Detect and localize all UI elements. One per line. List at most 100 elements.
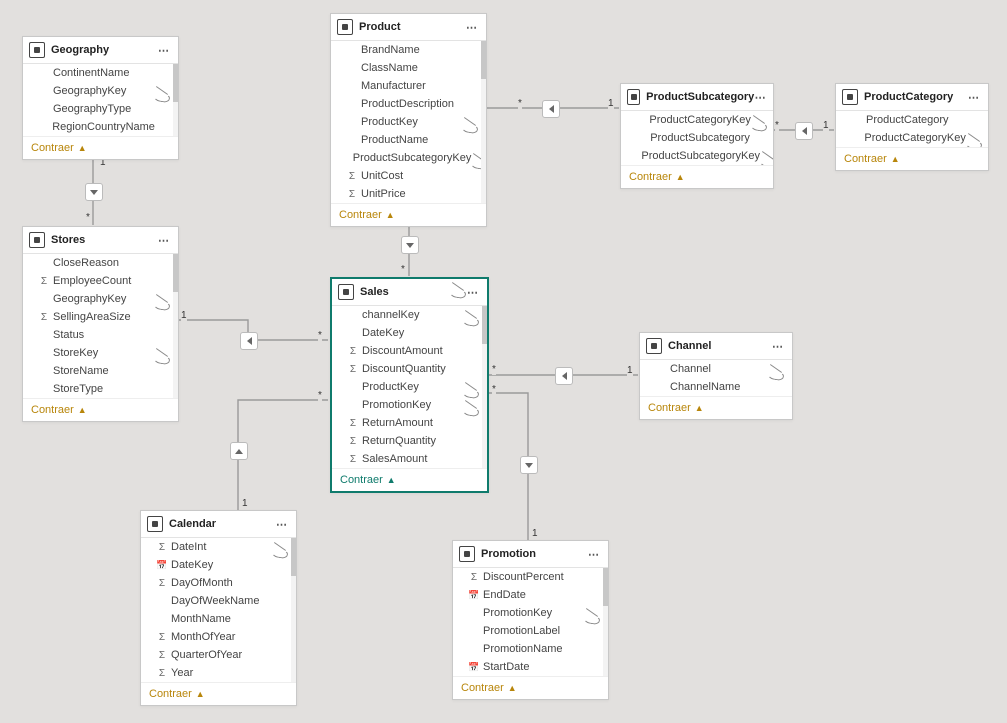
table-product[interactable]: ProductBrandNameClassNameManufacturerPro… — [330, 13, 487, 227]
table-field[interactable]: PromotionKey — [453, 604, 608, 622]
table-field[interactable]: GeographyKey — [23, 290, 178, 308]
table-header[interactable]: Product — [331, 14, 486, 41]
table-header[interactable]: Channel — [640, 333, 792, 360]
table-header[interactable]: Calendar — [141, 511, 296, 538]
collapse-button[interactable]: Contraer▲ — [23, 136, 178, 159]
table-field[interactable]: ClassName — [331, 59, 486, 77]
table-field[interactable]: PromotionName — [453, 640, 608, 658]
more-options-icon[interactable] — [156, 42, 172, 58]
table-field[interactable]: ProductSubcategory — [621, 129, 773, 147]
collapse-button[interactable]: Contraer▲ — [453, 676, 608, 699]
table-field[interactable]: EmployeeCount — [23, 272, 178, 290]
table-field[interactable]: ProductSubcategoryKey — [331, 149, 486, 167]
table-field[interactable]: SellingAreaSize — [23, 308, 178, 326]
collapse-label: Contraer — [149, 688, 192, 700]
table-field[interactable]: PromotionKey — [332, 396, 487, 414]
table-field[interactable]: BrandName — [331, 41, 486, 59]
table-field[interactable]: DayOfMonth — [141, 574, 296, 592]
table-field[interactable]: ProductCategoryKey — [836, 129, 988, 147]
scrollbar[interactable] — [173, 64, 178, 136]
collapse-button[interactable]: Contraer▲ — [836, 147, 988, 170]
table-icon — [29, 42, 45, 58]
table-field[interactable]: DiscountAmount — [332, 342, 487, 360]
field-name: SalesAmount — [360, 453, 463, 465]
collapse-button[interactable]: Contraer▲ — [23, 398, 178, 421]
collapse-button[interactable]: Contraer▲ — [640, 396, 792, 419]
more-options-icon[interactable] — [465, 284, 481, 300]
collapse-button[interactable]: Contraer▲ — [141, 682, 296, 705]
table-field[interactable]: ProductKey — [331, 113, 486, 131]
table-field[interactable]: ProductCategoryKey — [621, 111, 773, 129]
more-options-icon[interactable] — [770, 338, 786, 354]
table-field[interactable]: DateKey — [141, 556, 296, 574]
table-field[interactable]: StartDate — [453, 658, 608, 676]
table-field[interactable]: ProductName — [331, 131, 486, 149]
table-field[interactable]: ProductDescription — [331, 95, 486, 113]
more-options-icon[interactable] — [156, 232, 172, 248]
table-field[interactable]: ProductCategory — [836, 111, 988, 129]
table-field[interactable]: StoreName — [23, 362, 178, 380]
table-field[interactable]: ContinentName — [23, 64, 178, 82]
table-field[interactable]: StoreKey — [23, 344, 178, 362]
table-field[interactable]: Manufacturer — [331, 77, 486, 95]
table-field[interactable]: StoreType — [23, 380, 178, 398]
scrollbar[interactable] — [481, 41, 486, 203]
model-canvas[interactable]: 1 * 1 * 1 * * 1 * 1 * 1 * 1 * 1 Geograph… — [0, 0, 1007, 723]
table-header[interactable]: ProductCategory — [836, 84, 988, 111]
table-field[interactable]: RegionCountryName — [23, 118, 178, 136]
table-field[interactable]: channelKey — [332, 306, 487, 324]
table-field[interactable]: UnitPrice — [331, 185, 486, 203]
table-field[interactable]: ProductKey — [332, 378, 487, 396]
table-field[interactable]: ChannelName — [640, 378, 792, 396]
table-field[interactable]: SalesAmount — [332, 450, 487, 468]
table-field[interactable]: QuarterOfYear — [141, 646, 296, 664]
table-field[interactable]: EndDate — [453, 586, 608, 604]
table-productcategory[interactable]: ProductCategoryProductCategoryProductCat… — [835, 83, 989, 171]
relationship-filter-icon — [230, 442, 248, 460]
table-header[interactable]: Sales — [332, 279, 487, 306]
table-header[interactable]: ProductSubcategory — [621, 84, 773, 111]
table-header[interactable]: Stores — [23, 227, 178, 254]
scrollbar[interactable] — [173, 254, 178, 398]
more-options-icon[interactable] — [966, 89, 982, 105]
table-field[interactable]: GeographyKey — [23, 82, 178, 100]
table-field[interactable]: MonthName — [141, 610, 296, 628]
table-geography[interactable]: GeographyContinentNameGeographyKeyGeogra… — [22, 36, 179, 160]
table-channel[interactable]: ChannelChannelChannelNameContraer▲ — [639, 332, 793, 420]
more-options-icon[interactable] — [586, 546, 602, 562]
visibility-icon[interactable] — [449, 284, 465, 300]
collapse-button[interactable]: Contraer▲ — [331, 203, 486, 226]
table-field[interactable]: PromotionLabel — [453, 622, 608, 640]
table-field[interactable]: Channel — [640, 360, 792, 378]
table-field[interactable]: ReturnAmount — [332, 414, 487, 432]
table-header[interactable]: Promotion — [453, 541, 608, 568]
table-field[interactable]: DateInt — [141, 538, 296, 556]
table-field[interactable]: Status — [23, 326, 178, 344]
table-sales[interactable]: SaleschannelKeyDateKeyDiscountAmountDisc… — [330, 277, 489, 493]
table-field[interactable]: ReturnQuantity — [332, 432, 487, 450]
table-field[interactable]: DayOfWeekName — [141, 592, 296, 610]
table-field[interactable]: MonthOfYear — [141, 628, 296, 646]
more-options-icon[interactable] — [464, 19, 480, 35]
table-field[interactable]: UnitCost — [331, 167, 486, 185]
table-promotion[interactable]: PromotionDiscountPercentEndDatePromotion… — [452, 540, 609, 700]
more-options-icon[interactable] — [754, 89, 767, 105]
table-field[interactable]: Year — [141, 664, 296, 682]
scrollbar[interactable] — [291, 538, 296, 682]
table-field[interactable]: DateKey — [332, 324, 487, 342]
table-stores[interactable]: StoresCloseReasonEmployeeCountGeographyK… — [22, 226, 179, 422]
field-type-icon — [155, 649, 169, 661]
scrollbar[interactable] — [482, 306, 487, 468]
collapse-button[interactable]: Contraer▲ — [332, 468, 487, 491]
table-field[interactable]: GeographyType — [23, 100, 178, 118]
scrollbar[interactable] — [603, 568, 608, 676]
more-options-icon[interactable] — [274, 516, 290, 532]
table-field[interactable]: ProductSubcategoryKey — [621, 147, 773, 165]
collapse-button[interactable]: Contraer▲ — [621, 165, 773, 188]
table-field[interactable]: DiscountPercent — [453, 568, 608, 586]
table-field[interactable]: DiscountQuantity — [332, 360, 487, 378]
table-productsubcategory[interactable]: ProductSubcategoryProductCategoryKeyProd… — [620, 83, 774, 189]
table-field[interactable]: CloseReason — [23, 254, 178, 272]
table-calendar[interactable]: CalendarDateIntDateKeyDayOfMonthDayOfWee… — [140, 510, 297, 706]
table-header[interactable]: Geography — [23, 37, 178, 64]
